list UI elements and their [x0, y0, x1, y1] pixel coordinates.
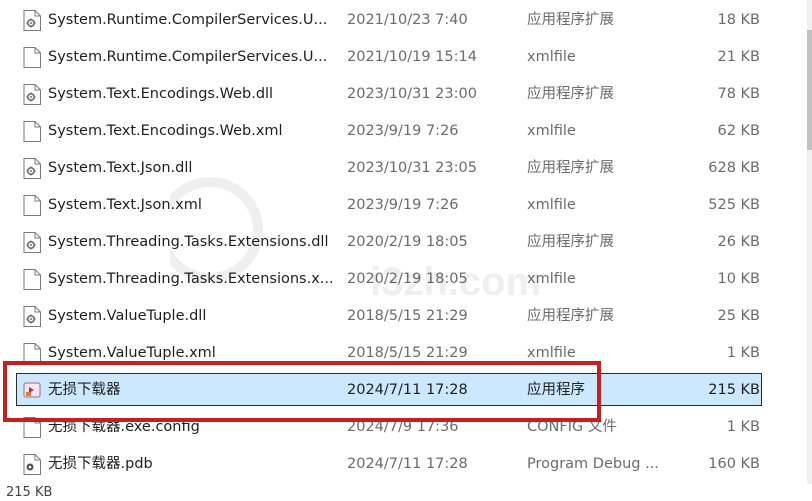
file-size: 215 KB	[708, 382, 760, 398]
file-row[interactable]: System.Text.Json.dll 2023/10/31 23:05 应用程序…	[16, 151, 762, 184]
file-name: System.Text.Encodings.Web.xml	[48, 123, 283, 139]
file-row[interactable]: System.Text.Json.xml 2023/9/19 7:26 xmlfil…	[16, 188, 762, 221]
dll-icon	[23, 84, 41, 105]
file-date-modified: 2020/2/19 18:05	[347, 271, 468, 287]
file-list: System.Runtime.CompilerServices.U... 2021…	[0, 0, 812, 484]
file-size: 1 KB	[726, 419, 760, 435]
file-date-modified: 2023/9/19 7:26	[347, 123, 459, 139]
pdb-icon	[23, 454, 41, 475]
file-row[interactable]: System.Runtime.CompilerServices.U... 2021…	[16, 3, 762, 36]
file-row[interactable]: System.Threading.Tasks.Extensions.dll 202…	[16, 225, 762, 258]
file-size: 628 KB	[708, 160, 760, 176]
file-name: 无损下载器.exe.config	[48, 419, 200, 435]
file-type: 应用程序扩展	[527, 308, 614, 324]
file-row[interactable]: System.Runtime.CompilerServices.U... 2021…	[16, 40, 762, 73]
document-icon	[23, 195, 41, 216]
file-size: 10 KB	[717, 271, 760, 287]
file-row[interactable]: System.ValueTuple.xml 2018/5/15 21:29 xmlf…	[16, 336, 762, 369]
file-date-modified: 2024/7/11 17:28	[347, 382, 468, 398]
file-type: xmlfile	[527, 271, 576, 287]
file-name: 无损下载器.pdb	[48, 456, 153, 472]
file-date-modified: 2024/7/9 17:36	[347, 419, 459, 435]
file-type: CONFIG 文件	[527, 419, 617, 435]
file-size: 18 KB	[717, 12, 760, 28]
document-icon	[23, 121, 41, 142]
file-type: xmlfile	[527, 123, 576, 139]
file-size: 25 KB	[717, 308, 760, 324]
file-name: System.Threading.Tasks.Extensions.dll	[48, 234, 329, 250]
file-type: 应用程序扩展	[527, 160, 614, 176]
file-size: 525 KB	[708, 197, 760, 213]
document-icon	[23, 47, 41, 68]
file-size: 1 KB	[726, 345, 760, 361]
status-bar: 215 KB	[0, 484, 812, 501]
status-selected-size: 215 KB	[6, 485, 53, 500]
dll-icon	[23, 232, 41, 253]
file-date-modified: 2018/5/15 21:29	[347, 345, 468, 361]
file-size: 160 KB	[708, 456, 760, 472]
file-row[interactable]: System.ValueTuple.dll 2018/5/15 21:29 应用程序…	[16, 299, 762, 332]
file-name: System.Text.Json.xml	[48, 197, 202, 213]
dll-icon	[23, 158, 41, 179]
document-icon	[23, 343, 41, 364]
file-row[interactable]: System.Threading.Tasks.Extensions.x... 20…	[16, 262, 762, 295]
file-name: System.Runtime.CompilerServices.U...	[48, 12, 328, 28]
exe-icon	[23, 380, 41, 401]
file-date-modified: 2024/7/11 17:28	[347, 456, 468, 472]
file-name: System.Text.Json.dll	[48, 160, 193, 176]
file-type: Program Debug ...	[527, 456, 659, 472]
file-type: 应用程序扩展	[527, 12, 614, 28]
file-date-modified: 2020/2/19 18:05	[347, 234, 468, 250]
file-row[interactable]: System.Text.Encodings.Web.dll 2023/10/31 …	[16, 77, 762, 110]
file-name: System.ValueTuple.dll	[48, 308, 207, 324]
file-type: 应用程序	[527, 382, 585, 398]
file-name: 无损下载器	[48, 382, 121, 398]
file-date-modified: 2023/10/31 23:05	[347, 160, 477, 176]
file-type: 应用程序扩展	[527, 86, 614, 102]
file-type: 应用程序扩展	[527, 234, 614, 250]
file-type: xmlfile	[527, 197, 576, 213]
file-type: xmlfile	[527, 345, 576, 361]
vertical-scrollbar[interactable]	[807, 0, 812, 484]
file-name: System.ValueTuple.xml	[48, 345, 216, 361]
file-row[interactable]: System.Text.Encodings.Web.xml 2023/9/19 7…	[16, 114, 762, 147]
file-row-selected[interactable]: 无损下载器 2024/7/11 17:28 应用程序 215 KB	[16, 373, 762, 406]
file-type: xmlfile	[527, 49, 576, 65]
file-name: System.Text.Encodings.Web.dll	[48, 86, 274, 102]
file-date-modified: 2021/10/23 7:40	[347, 12, 468, 28]
dll-icon	[23, 306, 41, 327]
file-name: System.Runtime.CompilerServices.U...	[48, 49, 328, 65]
document-icon	[23, 417, 41, 438]
document-icon	[23, 269, 41, 290]
dll-icon	[23, 10, 41, 31]
file-date-modified: 2023/10/31 23:00	[347, 86, 477, 102]
file-size: 26 KB	[717, 234, 760, 250]
file-date-modified: 2018/5/15 21:29	[347, 308, 468, 324]
file-size: 78 KB	[717, 86, 760, 102]
scrollbar-thumb[interactable]	[807, 30, 812, 150]
file-row[interactable]: 无损下载器.exe.config 2024/7/9 17:36 CONFIG 文件 1…	[16, 410, 762, 443]
file-date-modified: 2023/9/19 7:26	[347, 197, 459, 213]
file-row[interactable]: 无损下载器.pdb 2024/7/11 17:28 Program Debug ..…	[16, 447, 762, 480]
file-name: System.Threading.Tasks.Extensions.x...	[48, 271, 334, 287]
file-date-modified: 2021/10/19 15:14	[347, 49, 477, 65]
file-size: 62 KB	[717, 123, 760, 139]
file-size: 21 KB	[717, 49, 760, 65]
